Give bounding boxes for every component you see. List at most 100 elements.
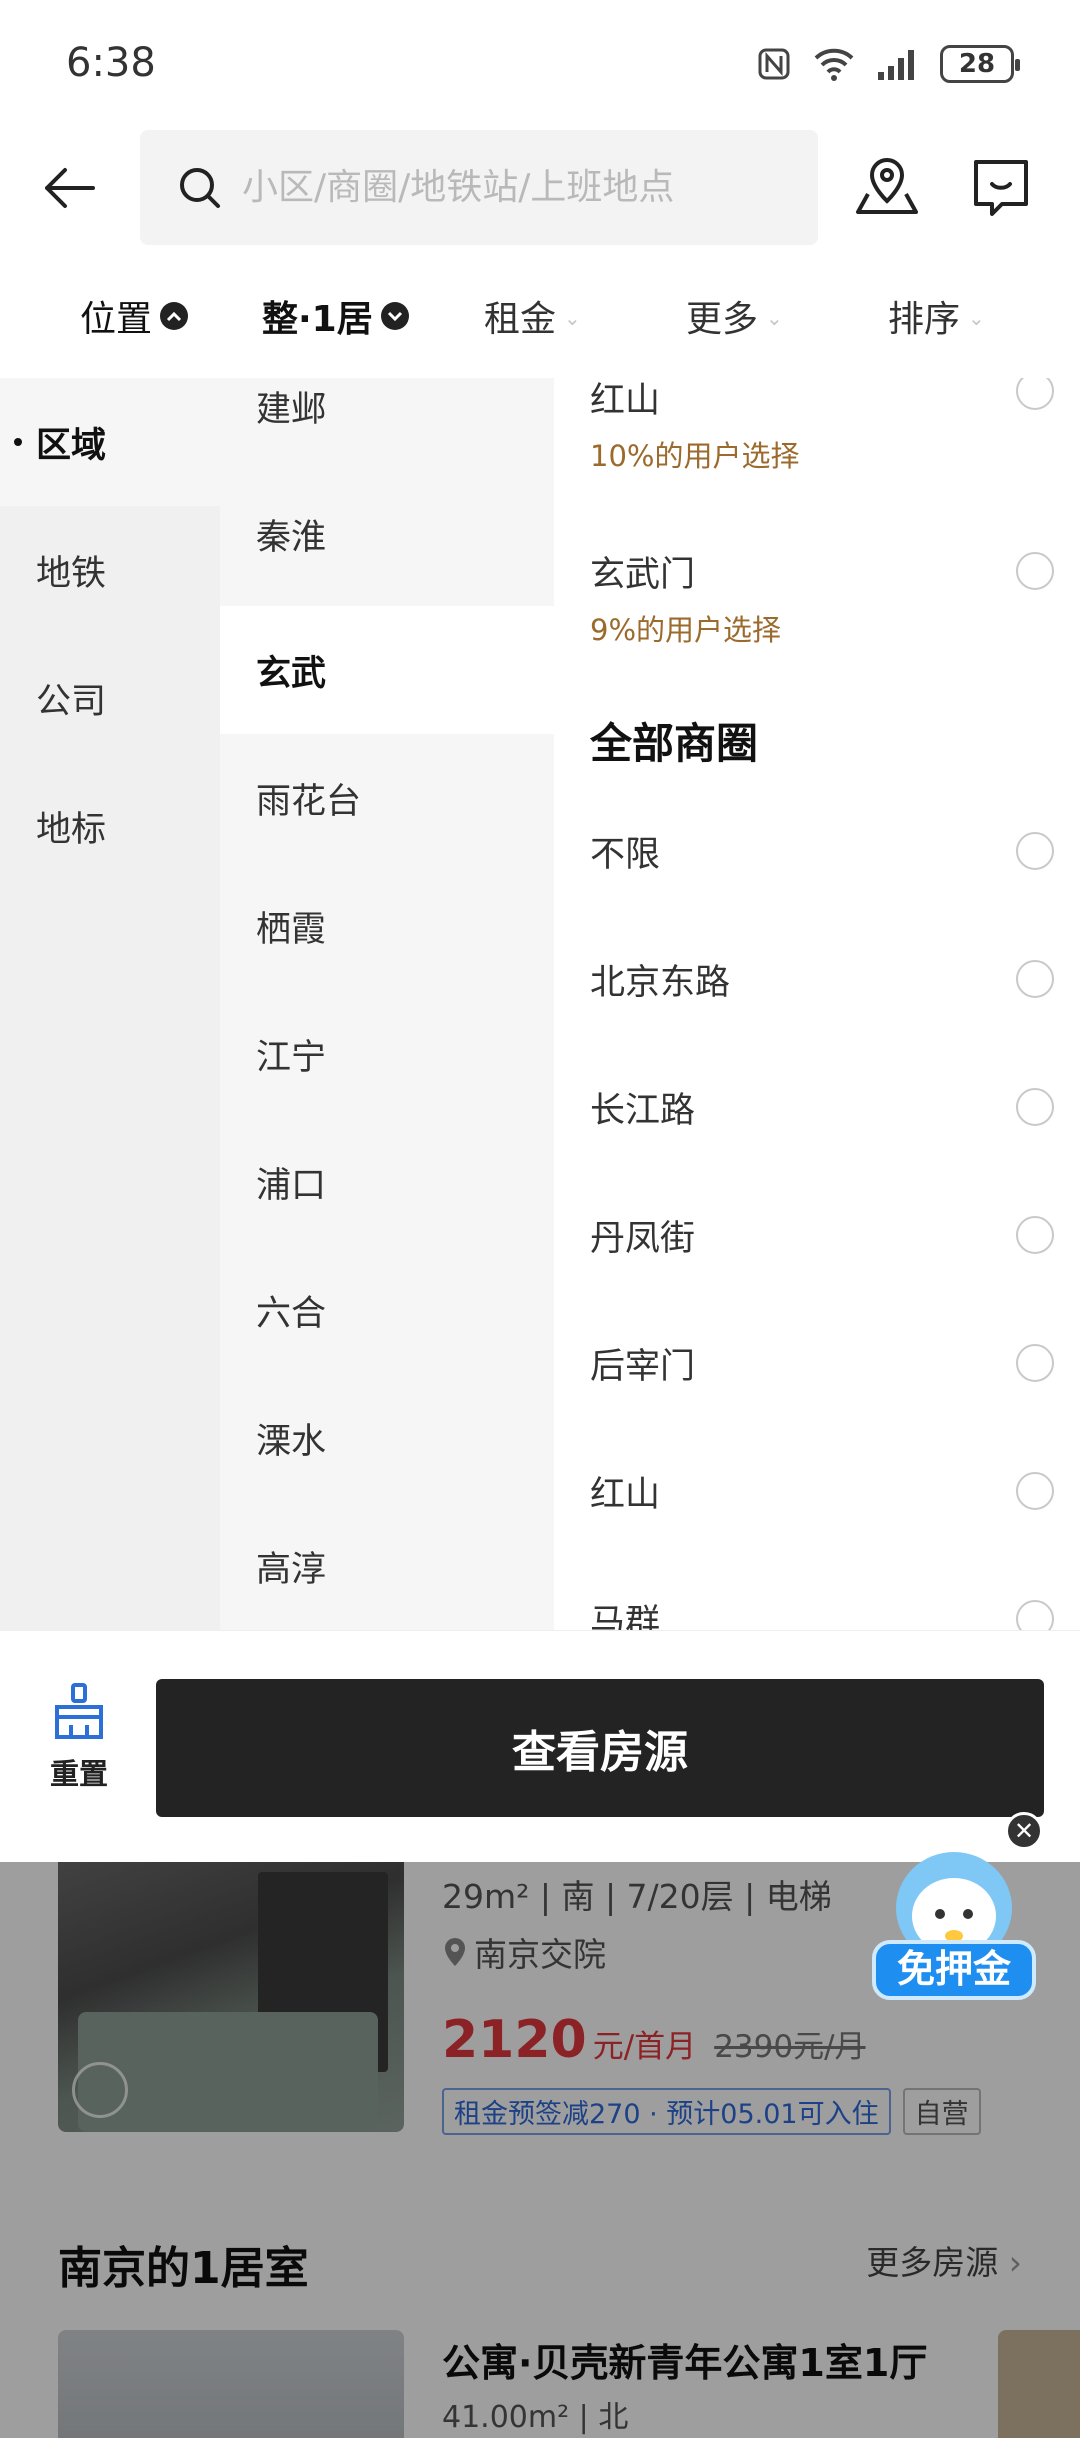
area-name: 红山 (590, 1475, 661, 1515)
location-type-label: 公司 (36, 681, 107, 722)
signal-icon (878, 50, 914, 80)
area-item[interactable]: 后宰门 (590, 1338, 1054, 1389)
reset-label: 重置 (49, 1757, 108, 1791)
map-pin-icon (856, 157, 918, 214)
mascot-icon: 免押金 (872, 1852, 1036, 2000)
radio-button[interactable] (1016, 552, 1054, 590)
search-box[interactable] (140, 130, 818, 245)
popular-area-item[interactable]: 红山 10%的用户选择 (590, 378, 1054, 475)
area-name: 不限 (590, 835, 661, 875)
radio-button[interactable] (1016, 1600, 1054, 1630)
filter-tab-more[interactable]: 更多 ⌄ (686, 290, 783, 342)
district-label: 江宁 (256, 1037, 327, 1078)
location-type-label: 区域 (36, 425, 107, 466)
radio-button[interactable] (1016, 832, 1054, 870)
district-label: 建邺 (256, 389, 327, 430)
arrow-left-icon (45, 168, 95, 208)
district-item[interactable]: 秦淮 (220, 470, 554, 598)
location-type-list: 区域 地铁 公司 地标 (0, 378, 220, 1630)
area-item[interactable]: 北京东路 (590, 954, 1054, 1005)
location-type-subway[interactable]: 地铁 (0, 506, 220, 634)
district-list: 建邺 秦淮 玄武 雨花台 栖霞 江宁 浦口 六合 溧水 高淳 (220, 378, 554, 1630)
district-item[interactable]: 高淳 (220, 1502, 554, 1630)
status-time: 6:38 (66, 40, 156, 86)
popular-area-item[interactable]: 玄武门 9%的用户选择 (590, 546, 1054, 649)
filter-action-bar: 重置 查看房源 (0, 1630, 1080, 1862)
selected-dot (14, 438, 22, 446)
wifi-icon (814, 48, 854, 81)
location-type-landmark[interactable]: 地标 (0, 762, 220, 890)
all-areas-heading: 全部商圈 (590, 719, 759, 768)
status-bar: 6:38 28 (0, 0, 1080, 130)
message-button[interactable] (966, 152, 1036, 222)
area-item[interactable]: 红山 (590, 1466, 1054, 1517)
area-name: 马群 (590, 1603, 661, 1630)
battery-icon: 28 (940, 45, 1020, 83)
area-item[interactable]: 长江路 (590, 1082, 1054, 1133)
chevron-up-icon (160, 302, 189, 330)
district-item[interactable]: 雨花台 (220, 734, 554, 862)
radio-button[interactable] (1016, 1472, 1054, 1510)
radio-button[interactable] (1016, 1344, 1054, 1382)
district-label: 秦淮 (256, 517, 327, 558)
filter-tab-location[interactable]: 位置 (80, 290, 189, 342)
promo-close-button[interactable]: ✕ (1005, 1812, 1043, 1850)
district-item[interactable]: 江宁 (220, 990, 554, 1118)
district-item[interactable]: 六合 (220, 1246, 554, 1374)
district-item[interactable]: 溧水 (220, 1374, 554, 1502)
radio-button[interactable] (1016, 1088, 1054, 1126)
filter-tab-label: 整·1居 (262, 299, 373, 340)
district-label: 玄武 (256, 653, 327, 694)
business-area-list: 红山 10%的用户选择 玄武门 9%的用户选择 全部商圈 不限 北京东路 长江路… (554, 378, 1080, 1630)
district-label: 雨花台 (256, 781, 362, 822)
message-icon (974, 160, 1028, 216)
district-label: 栖霞 (256, 909, 327, 950)
filter-tab-label: 位置 (80, 299, 153, 340)
area-popularity: 9%的用户选择 (590, 613, 782, 647)
area-name: 玄武门 (590, 555, 696, 595)
search-input[interactable] (242, 167, 762, 208)
district-label: 浦口 (256, 1165, 327, 1206)
filter-tab-label: 排序 (888, 299, 961, 340)
filter-tab-rent[interactable]: 租金 ⌄ (484, 290, 581, 342)
filter-tab-label: 租金 (484, 299, 557, 340)
chevron-down-icon (380, 302, 409, 330)
area-popularity: 10%的用户选择 (590, 439, 800, 473)
radio-button[interactable] (1016, 960, 1054, 998)
broom-icon (55, 1683, 103, 1739)
district-label: 溧水 (256, 1421, 327, 1462)
chevron-down-icon: ⌄ (564, 306, 581, 330)
search-header (0, 130, 1080, 250)
district-item[interactable]: 建邺 (220, 378, 554, 470)
district-item[interactable]: 浦口 (220, 1118, 554, 1246)
filter-bar: 位置 整·1居 租金 ⌄ 更多 ⌄ 排序 ⌄ (0, 260, 1080, 378)
search-icon (176, 163, 226, 213)
view-listings-button[interactable]: 查看房源 (156, 1679, 1044, 1817)
chevron-down-icon: ⌄ (766, 306, 783, 330)
area-name: 长江路 (590, 1091, 696, 1131)
reset-button[interactable]: 重置 (34, 1681, 124, 1809)
area-name: 红山 (590, 381, 661, 421)
area-item[interactable]: 丹凤街 (590, 1210, 1054, 1261)
area-name: 丹凤街 (590, 1219, 696, 1259)
district-label: 高淳 (256, 1549, 327, 1590)
area-item[interactable]: 不限 (590, 826, 1054, 877)
location-type-company[interactable]: 公司 (0, 634, 220, 762)
area-name: 北京东路 (590, 963, 731, 1003)
back-button[interactable] (36, 155, 102, 221)
nfc-icon (758, 48, 790, 80)
filter-tab-layout[interactable]: 整·1居 (262, 290, 409, 342)
district-item[interactable]: 栖霞 (220, 862, 554, 990)
deposit-free-promo[interactable]: 免押金 (868, 1840, 1040, 2012)
map-location-button[interactable] (852, 152, 922, 222)
radio-button[interactable] (1016, 1216, 1054, 1254)
location-dropdown-panel: 区域 地铁 公司 地标 建邺 秦淮 玄武 雨花台 栖霞 江宁 浦口 六合 溧水 … (0, 378, 1080, 1630)
promo-label: 免押金 (897, 1947, 1012, 1991)
location-type-label: 地铁 (36, 553, 107, 594)
location-type-area[interactable]: 区域 (0, 378, 220, 506)
location-type-label: 地标 (36, 809, 107, 850)
filter-tab-sort[interactable]: 排序 ⌄ (888, 290, 985, 342)
filter-tab-label: 更多 (686, 299, 759, 340)
area-item[interactable]: 马群 (590, 1594, 1054, 1630)
district-item-selected[interactable]: 玄武 (220, 606, 554, 734)
